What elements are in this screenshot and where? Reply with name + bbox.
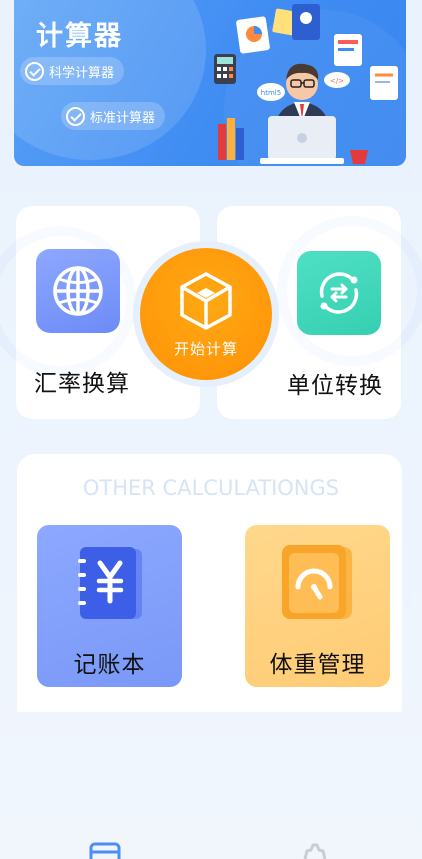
banner[interactable]: 计算器 科学计算器 标准计算器 html5 </> xyxy=(14,0,406,166)
scientific-calculator-pill[interactable]: 科学计算器 xyxy=(20,57,125,85)
check-circle-icon xyxy=(66,106,85,126)
exchange-arrows-icon xyxy=(319,272,359,314)
standard-calculator-label: 标准计算器 xyxy=(90,110,156,126)
banner-title: 计算器 xyxy=(36,21,123,52)
unit-conversion-label[interactable]: 单位转换 xyxy=(287,366,383,400)
exchange-rate-tile[interactable] xyxy=(36,249,120,333)
check-circle-icon xyxy=(25,61,44,81)
yen-notebook-icon xyxy=(77,547,142,619)
html-tag-text: html5 xyxy=(261,89,281,97)
account-book-label: 记账本 xyxy=(73,652,146,678)
code-tag-text: </> xyxy=(330,77,344,85)
scientific-calculator-label: 科学计算器 xyxy=(49,65,115,81)
scale-gauge-icon xyxy=(281,545,352,619)
start-calculation-label: 开始计算 xyxy=(173,340,238,358)
start-calculation-button[interactable]: 开始计算 xyxy=(140,248,272,380)
gear-icon[interactable] xyxy=(297,842,333,859)
account-book-tile[interactable]: 记账本 xyxy=(37,525,182,687)
standard-calculator-pill[interactable]: 标准计算器 xyxy=(61,102,166,130)
office-worker-illustration: html5 </> xyxy=(214,4,398,164)
globe-icon xyxy=(53,266,103,316)
exchange-rate-label[interactable]: 汇率换算 xyxy=(34,364,130,398)
other-calculations-title: OTHER CALCULATIONGS xyxy=(82,476,340,500)
weight-management-label: 体重管理 xyxy=(269,652,366,678)
unit-conversion-tile[interactable] xyxy=(297,251,381,335)
cube-icon xyxy=(180,272,232,330)
calculator-tab-icon[interactable] xyxy=(89,842,121,859)
weight-management-tile[interactable]: 体重管理 xyxy=(245,525,390,687)
